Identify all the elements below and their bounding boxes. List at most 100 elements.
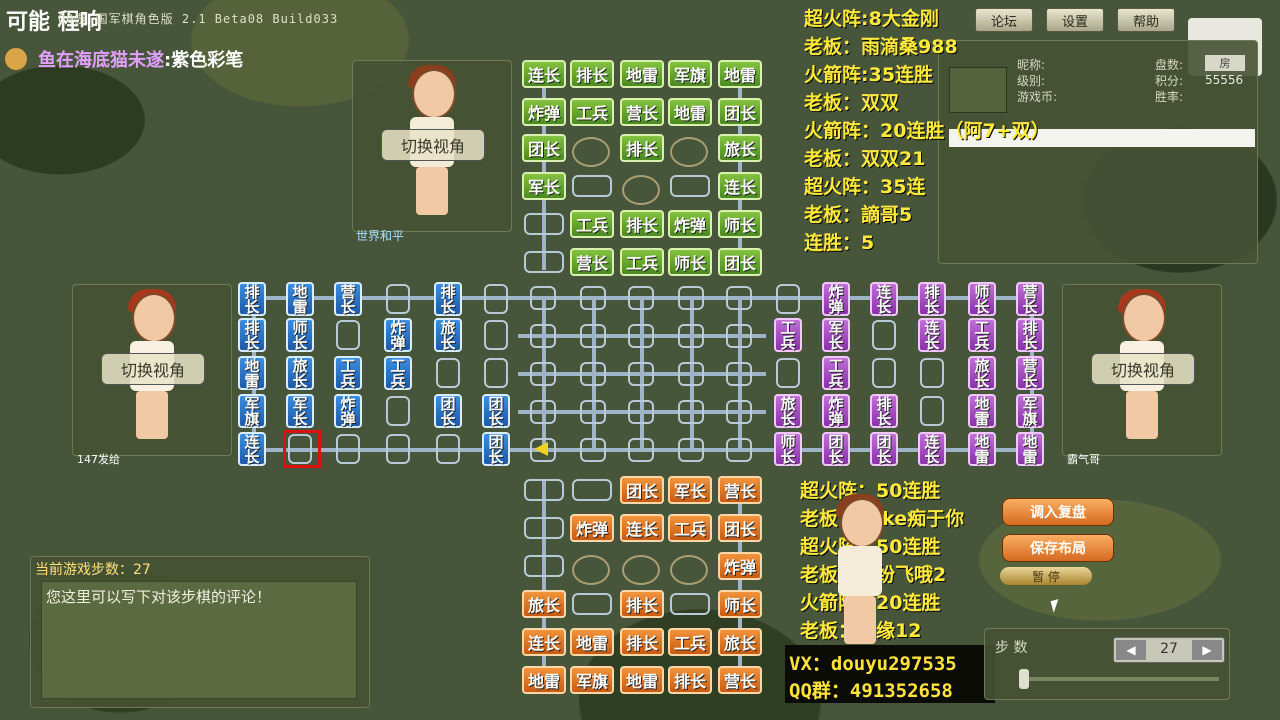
purple-piece[interactable]: 团长 (870, 432, 898, 466)
purple-piece[interactable]: 旅长 (774, 394, 802, 428)
blue-piece[interactable]: 营长 (334, 282, 362, 316)
blue-empty-slot[interactable] (484, 358, 508, 388)
purple-piece[interactable]: 军长 (822, 318, 850, 352)
purple-piece[interactable]: 地雷 (968, 394, 996, 428)
pause-button[interactable]: 暂 停 (1000, 567, 1092, 585)
board-node[interactable] (628, 324, 654, 348)
green-piece[interactable]: 连长 (718, 172, 762, 200)
purple-piece[interactable]: 工兵 (822, 356, 850, 390)
orange-piece[interactable]: 排长 (620, 628, 664, 656)
board-node[interactable] (580, 400, 606, 424)
forum-button[interactable]: 论坛 (975, 8, 1033, 32)
orange-empty-slot[interactable] (524, 479, 564, 501)
purple-piece[interactable]: 炸弹 (822, 394, 850, 428)
blue-piece[interactable]: 团长 (482, 432, 510, 466)
switch-view-button-left[interactable]: 切换视角 (101, 353, 205, 385)
orange-piece[interactable]: 连长 (522, 628, 566, 656)
green-piece[interactable]: 军旗 (668, 60, 712, 88)
board-node[interactable] (580, 286, 606, 310)
purple-empty-slot[interactable] (776, 284, 800, 314)
blue-empty-slot[interactable] (386, 284, 410, 314)
orange-piece[interactable]: 排长 (668, 666, 712, 694)
green-empty-slot[interactable] (524, 213, 564, 235)
purple-piece[interactable]: 排长 (870, 394, 898, 428)
green-piece[interactable]: 炸弹 (668, 210, 712, 238)
orange-piece[interactable]: 军旗 (570, 666, 614, 694)
orange-piece[interactable]: 工兵 (668, 514, 712, 542)
orange-piece[interactable]: 连长 (620, 514, 664, 542)
switch-view-button-right[interactable]: 切换视角 (1091, 353, 1195, 385)
board-node[interactable] (628, 286, 654, 310)
green-piece[interactable]: 工兵 (620, 248, 664, 276)
blue-piece[interactable]: 炸弹 (334, 394, 362, 428)
orange-piece[interactable]: 地雷 (620, 666, 664, 694)
blue-empty-slot[interactable] (336, 320, 360, 350)
board-node[interactable] (530, 286, 556, 310)
switch-view-button-top[interactable]: 切换视角 (381, 129, 485, 161)
orange-empty-slot[interactable] (622, 555, 660, 585)
green-piece[interactable]: 军长 (522, 172, 566, 200)
purple-empty-slot[interactable] (872, 320, 896, 350)
purple-piece[interactable]: 连长 (918, 432, 946, 466)
purple-piece[interactable]: 地雷 (968, 432, 996, 466)
green-piece[interactable]: 地雷 (668, 98, 712, 126)
blue-empty-slot[interactable] (386, 396, 410, 426)
green-piece[interactable]: 旅长 (718, 134, 762, 162)
step-next-icon[interactable]: ▶ (1192, 640, 1222, 660)
selected-cell[interactable] (283, 430, 321, 468)
green-piece[interactable]: 师长 (668, 248, 712, 276)
green-piece[interactable]: 地雷 (718, 60, 762, 88)
orange-piece[interactable]: 营长 (718, 476, 762, 504)
step-slider-handle[interactable] (1019, 669, 1029, 689)
settings-button[interactable]: 设置 (1046, 8, 1104, 32)
green-piece[interactable]: 连长 (522, 60, 566, 88)
orange-piece[interactable]: 团长 (620, 476, 664, 504)
orange-piece[interactable]: 炸弹 (570, 514, 614, 542)
orange-piece[interactable]: 排长 (620, 590, 664, 618)
green-piece[interactable]: 地雷 (620, 60, 664, 88)
orange-piece[interactable]: 工兵 (668, 628, 712, 656)
orange-piece[interactable]: 地雷 (522, 666, 566, 694)
board-node[interactable] (628, 362, 654, 386)
blue-piece[interactable]: 军长 (286, 394, 314, 428)
green-piece[interactable]: 师长 (718, 210, 762, 238)
orange-piece[interactable]: 军长 (668, 476, 712, 504)
green-piece[interactable]: 排长 (620, 210, 664, 238)
board-node[interactable] (678, 400, 704, 424)
green-empty-slot[interactable] (572, 137, 610, 167)
board-node[interactable] (580, 324, 606, 348)
orange-empty-slot[interactable] (524, 517, 564, 539)
board-node[interactable] (678, 362, 704, 386)
blue-empty-slot[interactable] (336, 434, 360, 464)
blue-piece[interactable]: 团长 (482, 394, 510, 428)
blue-piece[interactable]: 炸弹 (384, 318, 412, 352)
orange-piece[interactable]: 地雷 (570, 628, 614, 656)
blue-piece[interactable]: 地雷 (286, 282, 314, 316)
blue-piece[interactable]: 工兵 (334, 356, 362, 390)
orange-empty-slot[interactable] (524, 555, 564, 577)
green-piece[interactable]: 排长 (620, 134, 664, 162)
green-empty-slot[interactable] (670, 175, 710, 197)
purple-piece[interactable]: 工兵 (774, 318, 802, 352)
board-node[interactable] (678, 438, 704, 462)
board-node[interactable] (530, 362, 556, 386)
blue-piece[interactable]: 工兵 (384, 356, 412, 390)
green-piece[interactable]: 排长 (570, 60, 614, 88)
green-piece[interactable]: 工兵 (570, 98, 614, 126)
purple-piece[interactable]: 炸弹 (822, 282, 850, 316)
purple-piece[interactable]: 旅长 (968, 356, 996, 390)
comment-input[interactable]: 您这里可以写下对该步棋的评论！ (41, 581, 357, 699)
orange-piece[interactable]: 旅长 (522, 590, 566, 618)
purple-piece[interactable]: 师长 (774, 432, 802, 466)
orange-piece[interactable]: 团长 (718, 514, 762, 542)
board-node[interactable] (726, 286, 752, 310)
purple-empty-slot[interactable] (920, 396, 944, 426)
orange-piece[interactable]: 师长 (718, 590, 762, 618)
green-empty-slot[interactable] (572, 175, 612, 197)
purple-piece[interactable]: 地雷 (1016, 432, 1044, 466)
blue-empty-slot[interactable] (436, 434, 460, 464)
orange-empty-slot[interactable] (572, 593, 612, 615)
board-node[interactable] (726, 362, 752, 386)
purple-piece[interactable]: 军旗 (1016, 394, 1044, 428)
purple-piece[interactable]: 营长 (1016, 282, 1044, 316)
